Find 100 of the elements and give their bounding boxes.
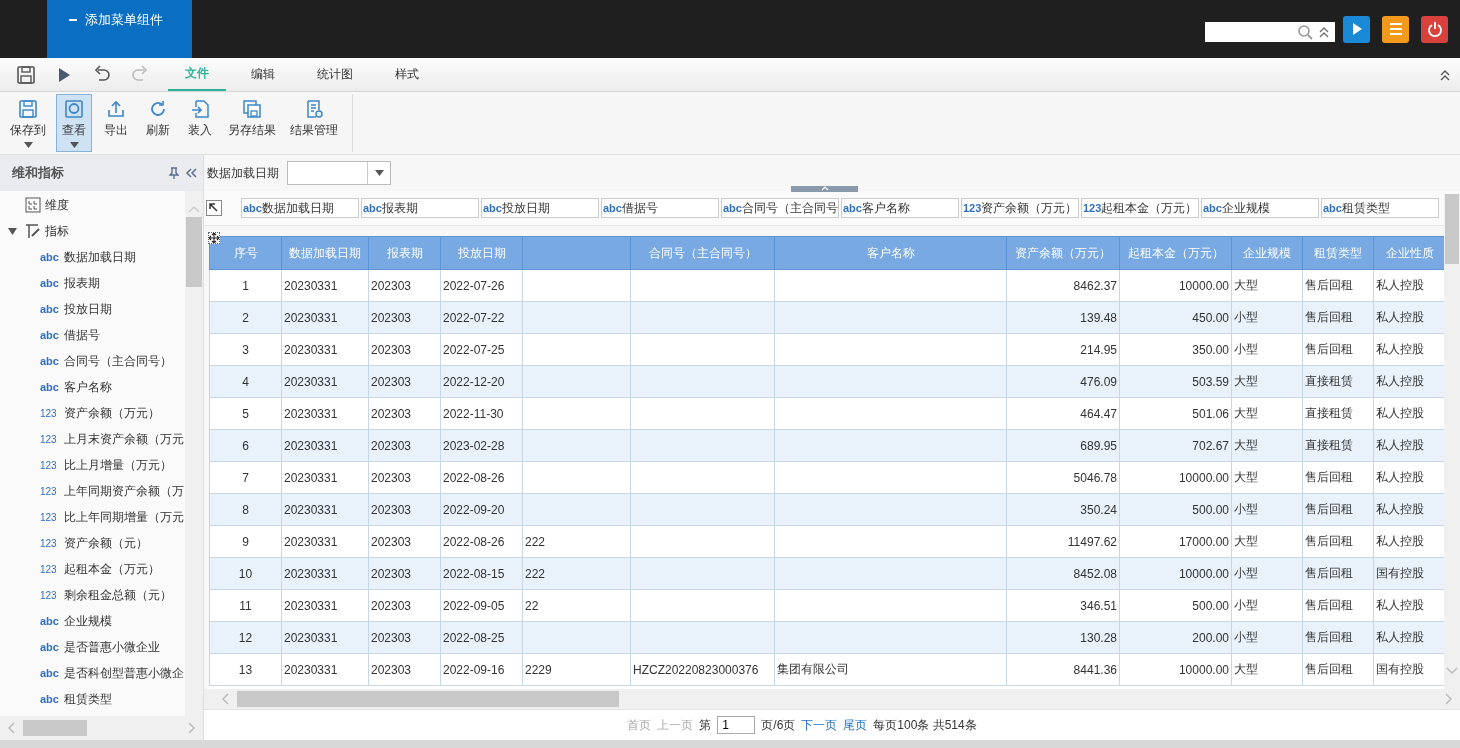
menu-tab[interactable]: 添加菜单组件 (47, 0, 192, 58)
table-cell: 7 (242, 470, 249, 485)
ribbon-button[interactable]: 结果管理 (286, 94, 342, 152)
table-cell: 17000.00 (1178, 534, 1229, 549)
table-cell: 11497.62 (1067, 534, 1117, 549)
scrollbar[interactable] (0, 716, 203, 740)
field-chip[interactable]: 123资产余额（万元） (961, 198, 1079, 218)
table-cell: 130.28 (1080, 630, 1117, 645)
table-cell: 4 (242, 374, 249, 389)
chevron-up-icon (820, 186, 829, 191)
caret-down-icon[interactable] (8, 227, 17, 235)
chevron-up-icon (188, 205, 200, 213)
scrollbar[interactable] (204, 689, 1460, 709)
tree-item[interactable]: 企业规模 (64, 612, 112, 630)
view-icon (64, 99, 84, 119)
table-cell: 私人控股 (1376, 534, 1424, 548)
field-chip[interactable]: abc投放日期 (481, 198, 599, 218)
tree-item[interactable]: 资产余额（万元） (64, 404, 160, 422)
scroll-thumb[interactable] (186, 217, 202, 287)
field-chip[interactable]: abc报表期 (361, 198, 479, 218)
table-cell: 450.00 (1192, 310, 1229, 325)
play-button[interactable] (1343, 15, 1370, 43)
pager-link[interactable]: 尾页 (843, 716, 868, 734)
collapse-button[interactable] (1440, 68, 1450, 81)
search-field[interactable] (1205, 22, 1335, 42)
tree-item[interactable]: 报表期 (64, 274, 100, 292)
tree-item[interactable]: 维度 (45, 196, 69, 214)
field-chip[interactable]: abc数据加载日期 (241, 198, 359, 218)
tree-item[interactable]: 是否普惠小微企业 (64, 638, 160, 656)
caret-down-icon (23, 142, 33, 148)
tree-item[interactable]: 指标 (45, 222, 69, 240)
ribbon-button[interactable]: 另存结果 (224, 94, 280, 152)
pin-icon[interactable] (169, 167, 179, 179)
table-cell: 202303 (371, 278, 412, 293)
table-cell: 2 (242, 310, 249, 325)
tree-item[interactable]: 投放日期 (64, 300, 112, 318)
field-chip[interactable]: abc客户名称 (841, 198, 959, 218)
field-chip[interactable]: abc租赁类型 (1321, 198, 1439, 218)
scrollbar[interactable] (185, 191, 203, 716)
ribbon-button[interactable]: 装入 (182, 94, 218, 152)
tree-item[interactable]: 借据号 (64, 326, 100, 344)
double-chevron-up-icon[interactable] (1319, 26, 1329, 38)
tree-item[interactable]: 是否科创型普惠小微企 (64, 664, 184, 682)
pager-link[interactable]: 下一页 (801, 716, 838, 734)
ribbon-button[interactable]: 导出 (98, 94, 134, 152)
ribbon-button[interactable]: 保存到 (6, 94, 50, 152)
table-cell: 350.00 (1192, 342, 1229, 357)
table-cell: 5 (242, 406, 249, 421)
move-icon[interactable] (209, 233, 219, 243)
field-chip[interactable]: 123起租本金（万元） (1081, 198, 1199, 218)
table-cell: 10 (238, 566, 253, 581)
power-button[interactable] (1421, 15, 1448, 43)
table-cell: 私人控股 (1376, 310, 1424, 324)
table-cell: 476.09 (1080, 374, 1117, 389)
tree-item[interactable]: 剩余租金总额（元） (64, 586, 172, 604)
field-chip[interactable]: abc借据号 (601, 198, 719, 218)
table-cell: 501.06 (1192, 406, 1229, 421)
tree-item[interactable]: 数据加载日期 (64, 248, 136, 266)
table-cell: 私人控股 (1376, 342, 1424, 356)
dropdown-field[interactable] (287, 161, 391, 185)
export-icon (106, 99, 126, 119)
ribbon-button[interactable]: 刷新 (140, 94, 176, 152)
tree-item[interactable]: 起租本金（万元） (64, 560, 160, 578)
chevron-right-icon (188, 722, 195, 734)
table-cell: 集团有限公司 (777, 662, 849, 676)
tree-item[interactable]: 比上年同期增量（万元 (64, 508, 184, 526)
table-cell: 售后回租 (1305, 630, 1353, 644)
type-label: abc (40, 615, 60, 627)
collapse-left-icon[interactable] (185, 168, 197, 178)
expand-button[interactable] (206, 200, 222, 216)
tree-item[interactable]: 比上月增量（万元） (64, 456, 172, 474)
ribbon-tab[interactable]: 统计图 (300, 58, 370, 91)
field-chip[interactable]: abc合同号（主合同号 (721, 198, 839, 218)
menu-button[interactable] (1382, 15, 1409, 43)
tree-item[interactable]: 上年同期资产余额（万 (64, 482, 184, 500)
ribbon-tab[interactable]: 样式 (378, 58, 436, 91)
type-label: 123 (40, 563, 58, 575)
scroll-thumb[interactable] (1445, 194, 1459, 264)
collapse-handle[interactable] (791, 186, 858, 192)
type-label: abc (40, 641, 60, 653)
tree-item[interactable]: 资产余额（元） (64, 534, 148, 552)
tree-item[interactable]: 客户名称 (64, 378, 112, 396)
scroll-thumb[interactable] (237, 691, 619, 707)
save-button[interactable] (16, 64, 36, 85)
power-icon (1425, 20, 1444, 38)
tree-item[interactable]: 合同号（主合同号） (64, 352, 172, 370)
scroll-thumb[interactable] (23, 720, 87, 736)
tree-item[interactable]: 租赁类型 (64, 690, 112, 708)
double-chevron-up-icon (1440, 68, 1450, 81)
scrollbar[interactable] (1444, 194, 1460, 689)
table-cell: 350.24 (1080, 502, 1117, 517)
table-cell: 2022-07-25 (443, 342, 505, 357)
table-cell: HZCZ20220823000376 (633, 662, 759, 677)
ribbon-button[interactable]: 查看 (56, 94, 92, 152)
page-input[interactable]: 1 (717, 716, 756, 734)
ribbon-tab[interactable]: 编辑 (234, 58, 292, 91)
table-cell: 私人控股 (1376, 630, 1424, 644)
tree-item[interactable]: 上月末资产余额（万元 (64, 430, 184, 448)
table-cell: 私人控股 (1376, 502, 1424, 516)
field-chip[interactable]: abc企业规模 (1201, 198, 1319, 218)
